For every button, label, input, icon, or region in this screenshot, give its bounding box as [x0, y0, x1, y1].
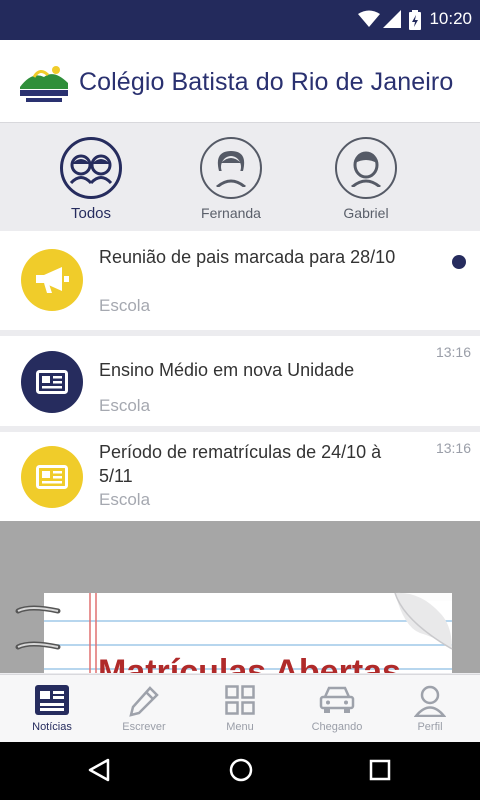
nav-label: Escrever [122, 721, 166, 733]
filter-todos[interactable]: Todos [46, 137, 136, 222]
nav-label: Notícias [32, 721, 72, 733]
news-banner-image[interactable]: Matrículas Abertas [0, 521, 480, 673]
news-item-icon-bg [21, 446, 83, 508]
news-headline: Reunião de pais marcada para 28/10 [99, 247, 396, 267]
nav-noticias[interactable]: Notícias [4, 675, 100, 743]
nav-menu[interactable]: Menu [192, 675, 288, 743]
filter-gabriel-avatar [335, 137, 397, 199]
news-item[interactable]: Período de rematrículas de 24/10 à 5/11 … [0, 432, 480, 521]
news-source: Escola [99, 490, 151, 509]
filter-gabriel[interactable]: Gabriel [321, 137, 411, 221]
back-icon[interactable] [86, 757, 112, 783]
school-logo [20, 66, 68, 102]
car-icon [319, 686, 355, 713]
bottom-navigation: Notícias Escrever Menu Chegando Perfil [0, 674, 480, 743]
boy-avatar-icon [351, 151, 381, 187]
nav-label: Menu [226, 721, 254, 733]
nav-chegando[interactable]: Chegando [289, 675, 385, 743]
grid-icon [225, 685, 255, 715]
filter-fernanda[interactable]: Fernanda [186, 137, 276, 221]
news-source: Escola [99, 396, 151, 415]
signal-icon [383, 10, 401, 28]
system-navigation-bar [0, 742, 480, 800]
notebook-illustration [0, 521, 480, 673]
app-title: Colégio Batista do Rio de Janeiro [79, 68, 454, 96]
nav-perfil[interactable]: Perfil [382, 675, 478, 743]
filter-label: Gabriel [343, 205, 389, 221]
recents-icon[interactable] [368, 757, 392, 783]
group-icon [69, 154, 113, 184]
battery-icon [409, 10, 421, 30]
unread-indicator [452, 255, 466, 269]
filter-todos-avatar [60, 137, 122, 199]
news-headline: Período de rematrículas de 24/10 à 5/11 [99, 442, 382, 486]
banner-title: Matrículas Abertas [98, 653, 401, 673]
megaphone-icon [36, 267, 69, 293]
newspaper-icon [36, 465, 68, 489]
child-filter-bar: Todos Fernanda Gabriel [0, 123, 480, 230]
clock: 10:20 [429, 9, 472, 28]
pencil-icon [129, 686, 159, 717]
girl-avatar-icon [216, 151, 246, 187]
filter-label: Todos [70, 205, 112, 222]
nav-escrever[interactable]: Escrever [96, 675, 192, 743]
wifi-icon [358, 10, 380, 27]
status-bar: 10:20 [0, 0, 480, 40]
news-time: 13:16 [435, 440, 471, 456]
nav-label: Perfil [417, 721, 443, 733]
newspaper-icon [36, 370, 68, 394]
profile-icon [414, 685, 446, 717]
filter-label: Fernanda [201, 205, 261, 221]
filter-fernanda-avatar [200, 137, 262, 199]
news-item-icon-bg [21, 351, 83, 413]
news-source: Escola [99, 296, 151, 315]
newspaper-icon [35, 685, 69, 715]
app-header: Colégio Batista do Rio de Janeiro [0, 40, 480, 123]
nav-label: Chegando [311, 721, 363, 733]
news-item[interactable]: Reunião de pais marcada para 28/10 Escol… [0, 231, 480, 330]
news-item[interactable]: Ensino Médio em nova Unidade Escola 13:1… [0, 336, 480, 426]
home-icon[interactable] [228, 757, 254, 783]
news-item-icon-bg [21, 249, 83, 311]
news-headline: Ensino Médio em nova Unidade [99, 360, 355, 380]
news-time: 13:16 [435, 344, 471, 360]
